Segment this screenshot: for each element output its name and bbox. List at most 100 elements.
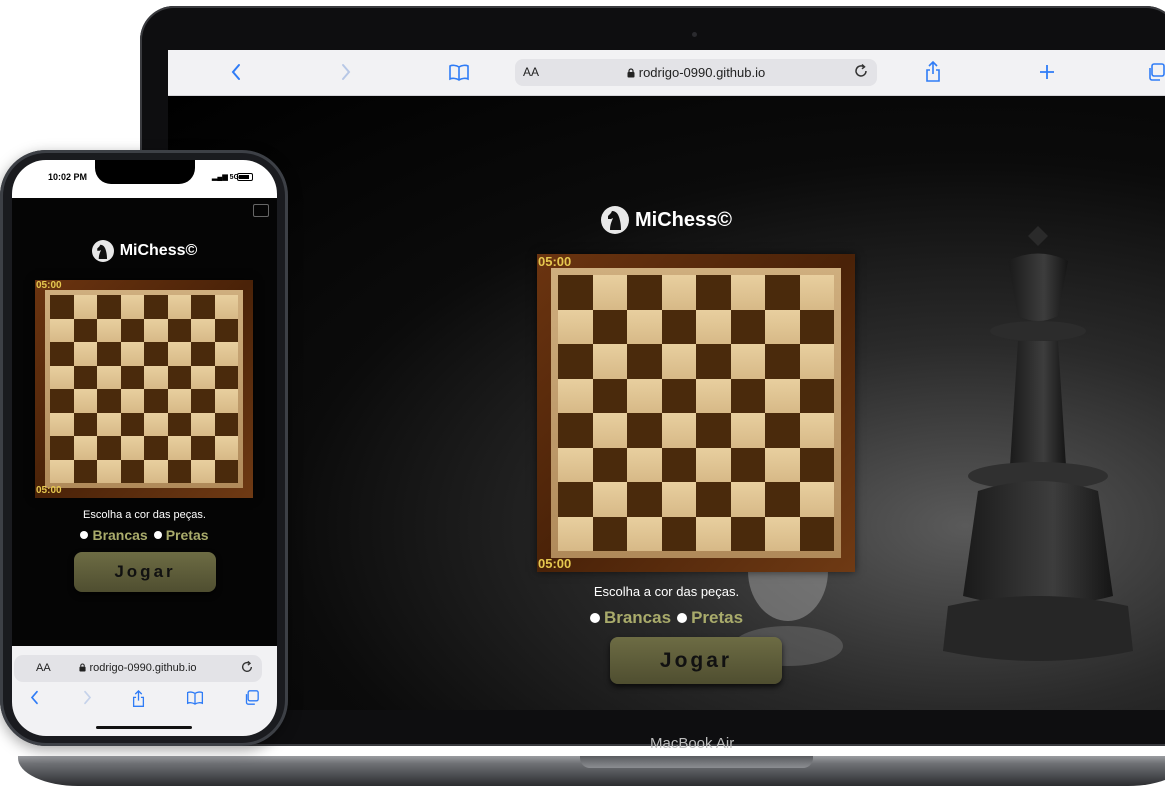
board-square[interactable] [73,459,97,483]
board-square[interactable] [73,389,97,413]
board-square[interactable] [765,344,800,379]
board-square[interactable] [661,516,696,551]
board-square[interactable] [214,318,238,342]
chess-board-squares[interactable] [558,275,834,551]
board-square[interactable] [592,413,627,448]
board-square[interactable] [730,275,765,310]
board-square[interactable] [799,482,834,517]
board-square[interactable] [696,482,731,517]
board-square[interactable] [50,389,74,413]
share-icon[interactable] [922,59,944,85]
board-square[interactable] [214,389,238,413]
board-square[interactable] [799,344,834,379]
phone-white-radio[interactable] [80,531,89,539]
board-square[interactable] [191,318,215,342]
board-square[interactable] [214,436,238,460]
phone-back-icon[interactable] [30,690,39,705]
board-square[interactable] [144,389,168,413]
board-square[interactable] [97,436,121,460]
address-bar[interactable]: AA rodrigo-0990.github.io [515,59,877,86]
board-square[interactable] [730,378,765,413]
board-square[interactable] [661,413,696,448]
board-square[interactable] [97,389,121,413]
board-square[interactable] [696,378,731,413]
board-square[interactable] [558,378,593,413]
board-square[interactable] [97,295,121,319]
tabs-icon[interactable] [1146,59,1165,85]
board-square[interactable] [120,436,144,460]
board-square[interactable] [144,365,168,389]
board-square[interactable] [558,413,593,448]
board-square[interactable] [144,295,168,319]
board-square[interactable] [120,295,144,319]
board-square[interactable] [627,344,662,379]
board-square[interactable] [592,378,627,413]
board-square[interactable] [191,342,215,366]
board-square[interactable] [696,344,731,379]
white-option-label[interactable]: Brancas [604,608,671,628]
board-square[interactable] [661,447,696,482]
board-square[interactable] [765,482,800,517]
board-square[interactable] [144,412,168,436]
board-square[interactable] [167,389,191,413]
board-square[interactable] [799,413,834,448]
new-tab-icon[interactable] [1036,59,1058,85]
board-square[interactable] [120,318,144,342]
board-square[interactable] [558,344,593,379]
board-square[interactable] [661,378,696,413]
board-square[interactable] [120,342,144,366]
phone-forward-icon[interactable] [83,690,92,705]
bookmarks-icon[interactable] [446,59,472,85]
board-square[interactable] [120,459,144,483]
board-square[interactable] [73,365,97,389]
board-square[interactable] [627,447,662,482]
board-square[interactable] [214,459,238,483]
board-square[interactable] [144,318,168,342]
board-square[interactable] [120,365,144,389]
phone-address-bar[interactable]: AA rodrigo-0990.github.io [14,655,262,682]
board-square[interactable] [50,295,74,319]
white-radio[interactable] [589,613,600,623]
board-square[interactable] [799,275,834,310]
board-square[interactable] [661,344,696,379]
board-square[interactable] [167,459,191,483]
board-square[interactable] [50,342,74,366]
board-square[interactable] [592,447,627,482]
phone-play-button[interactable]: Jogar [74,552,216,592]
board-square[interactable] [50,318,74,342]
board-square[interactable] [167,342,191,366]
board-square[interactable] [730,413,765,448]
board-square[interactable] [558,447,593,482]
board-square[interactable] [73,342,97,366]
board-square[interactable] [799,516,834,551]
board-square[interactable] [214,365,238,389]
board-square[interactable] [191,412,215,436]
phone-white-option-label[interactable]: Brancas [92,527,147,543]
board-square[interactable] [191,365,215,389]
board-square[interactable] [97,412,121,436]
board-square[interactable] [765,309,800,344]
board-square[interactable] [214,295,238,319]
board-square[interactable] [765,378,800,413]
board-square[interactable] [73,295,97,319]
board-square[interactable] [696,275,731,310]
phone-black-radio[interactable] [153,531,162,539]
board-square[interactable] [799,309,834,344]
phone-black-option-label[interactable]: Pretas [166,527,209,543]
board-square[interactable] [592,516,627,551]
phone-tabs-icon[interactable] [244,690,259,705]
chess-board[interactable] [537,254,855,572]
forward-icon[interactable] [336,59,356,85]
board-square[interactable] [627,275,662,310]
board-square[interactable] [167,295,191,319]
phone-chess-board-squares[interactable] [50,295,238,483]
board-square[interactable] [558,275,593,310]
board-square[interactable] [592,482,627,517]
black-option-label[interactable]: Pretas [691,608,743,628]
board-square[interactable] [627,413,662,448]
board-square[interactable] [191,295,215,319]
board-square[interactable] [696,516,731,551]
board-square[interactable] [97,365,121,389]
board-square[interactable] [558,516,593,551]
board-square[interactable] [558,309,593,344]
